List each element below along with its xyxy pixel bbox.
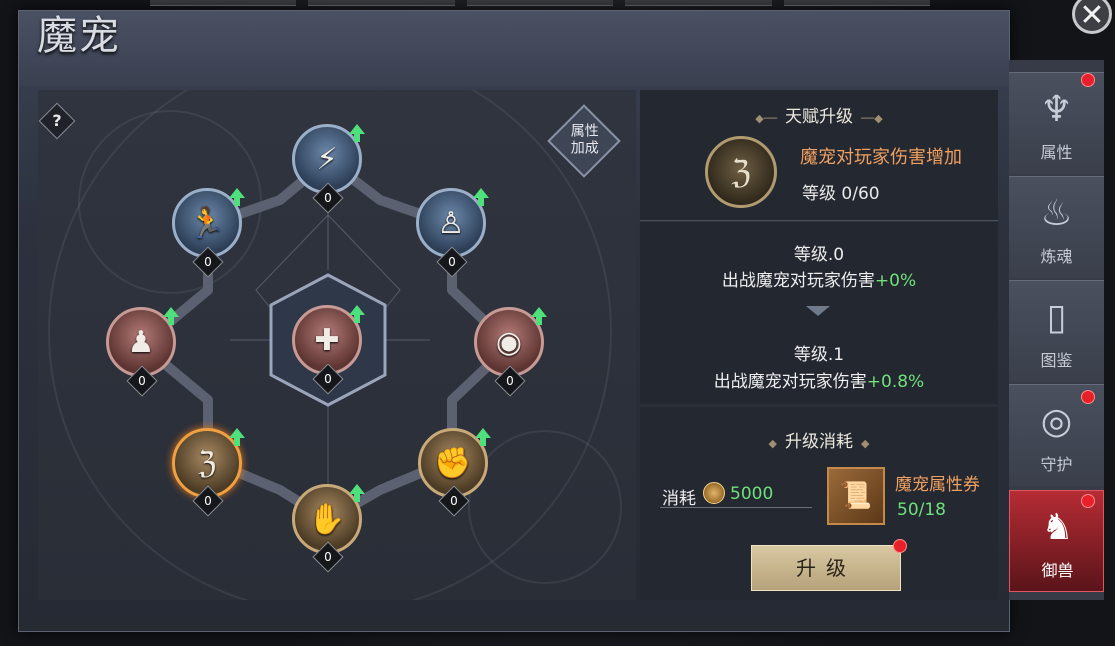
tab-label: 御兽 (1041, 561, 1074, 580)
next-level: 等级.1 (793, 345, 845, 365)
tab-beast-taming-badge (1081, 494, 1095, 508)
upgrade-arrow-icon (473, 188, 489, 206)
cost-label: 消耗 (662, 489, 696, 509)
cost-amount: 5000 (730, 484, 774, 504)
current-effect-value: +0% (874, 271, 917, 291)
tab-attributes[interactable]: ♆ 属性 (1009, 72, 1104, 174)
next-effect: 出战魔宠对玩家伤害+0.8% (640, 367, 998, 392)
tab-attributes-badge (1081, 73, 1095, 87)
upgrade-arrow-icon (531, 307, 547, 325)
talent-icon: ℨ (705, 136, 777, 208)
running-figure-icon: 🏃 (188, 205, 226, 241)
soul-flame-icon: ♨ (1040, 193, 1073, 234)
coin-icon (703, 482, 725, 504)
node-level-text: 0 (506, 374, 514, 388)
node-level-text: 0 (138, 374, 146, 388)
upgrade-arrow-icon (229, 428, 245, 446)
upgrade-arrow-icon (475, 428, 491, 446)
node-level-text: 0 (448, 255, 456, 269)
upgrade-arrow-icon (229, 188, 245, 206)
node-level-text: 0 (204, 494, 212, 508)
cost-section-title-text: 升级消耗 (785, 432, 853, 452)
chevron-down-icon (806, 306, 830, 316)
node-level-text: 0 (204, 255, 212, 269)
talent-section-title-text: 天赋升级 (785, 107, 853, 127)
shield-strike-icon: ⚡ (316, 141, 338, 177)
help-icon: ? (52, 111, 62, 130)
next-effect-value: +0.8% (866, 372, 925, 392)
current-effect-desc: 出战魔宠对玩家伤害 (721, 271, 875, 291)
tab-soul-refine[interactable]: ♨ 炼魂 (1009, 176, 1104, 278)
fist-icon: ✊ (434, 445, 472, 481)
upgrade-button[interactable]: 升级 (751, 545, 901, 591)
heal-figure-icon: ✚ (314, 322, 340, 358)
next-effect-desc: 出战魔宠对玩家伤害 (713, 372, 867, 392)
current-effect: 出战魔宠对玩家伤害+0% (640, 266, 998, 291)
cost-divider (660, 507, 812, 508)
beast-icon: ♞ (1041, 507, 1074, 548)
tab-label: 图鉴 (1040, 351, 1073, 370)
upgrade-arrow-icon (349, 484, 365, 502)
demon-head-icon: ♆ (1040, 89, 1073, 130)
punch-icon: ✋ (308, 501, 346, 537)
scroll-icon: 📜 (839, 481, 873, 511)
node-level-text: 0 (324, 550, 332, 564)
scroll-icon: ▯ (1046, 297, 1067, 338)
attribute-bonus-label: 属性 加成 (570, 123, 599, 157)
item-count: 50/18 (897, 500, 946, 520)
upgrade-arrow-icon (163, 307, 179, 325)
standing-figure-icon: ♙ (437, 205, 465, 241)
swirl-icon: ◎ (1040, 401, 1073, 442)
talisman-icon: ℨ (731, 153, 751, 191)
eye-icon: ◉ (495, 324, 523, 360)
upgrade-arrow-icon (349, 124, 365, 142)
upgrade-badge (893, 539, 907, 553)
tab-label: 守护 (1040, 455, 1073, 474)
talent-name: 魔宠对玩家伤害增加 (800, 147, 962, 168)
cost-section-title: ◆ 升级消耗 ◆ (768, 432, 870, 452)
talent-level: 等级 0/60 (802, 184, 880, 204)
tab-guard-badge (1081, 390, 1095, 404)
body-power-icon: ♟ (127, 324, 155, 360)
tab-label: 属性 (1040, 143, 1073, 162)
talisman-icon: ℨ (197, 445, 217, 481)
node-level-text: 0 (324, 191, 332, 205)
tab-label: 炼魂 (1040, 247, 1073, 266)
pet-attribute-ticket-item[interactable]: 📜 (827, 467, 885, 525)
node-level-text: 0 (324, 372, 332, 386)
node-level-text: 0 (450, 494, 458, 508)
tab-codex[interactable]: ▯ 图鉴 (1009, 280, 1104, 382)
talent-section-title: ◆── 天赋升级 ──◆ (755, 107, 883, 127)
upgrade-arrow-icon (349, 305, 365, 323)
item-name: 魔宠属性券 (895, 475, 980, 495)
current-level: 等级.0 (793, 245, 845, 265)
